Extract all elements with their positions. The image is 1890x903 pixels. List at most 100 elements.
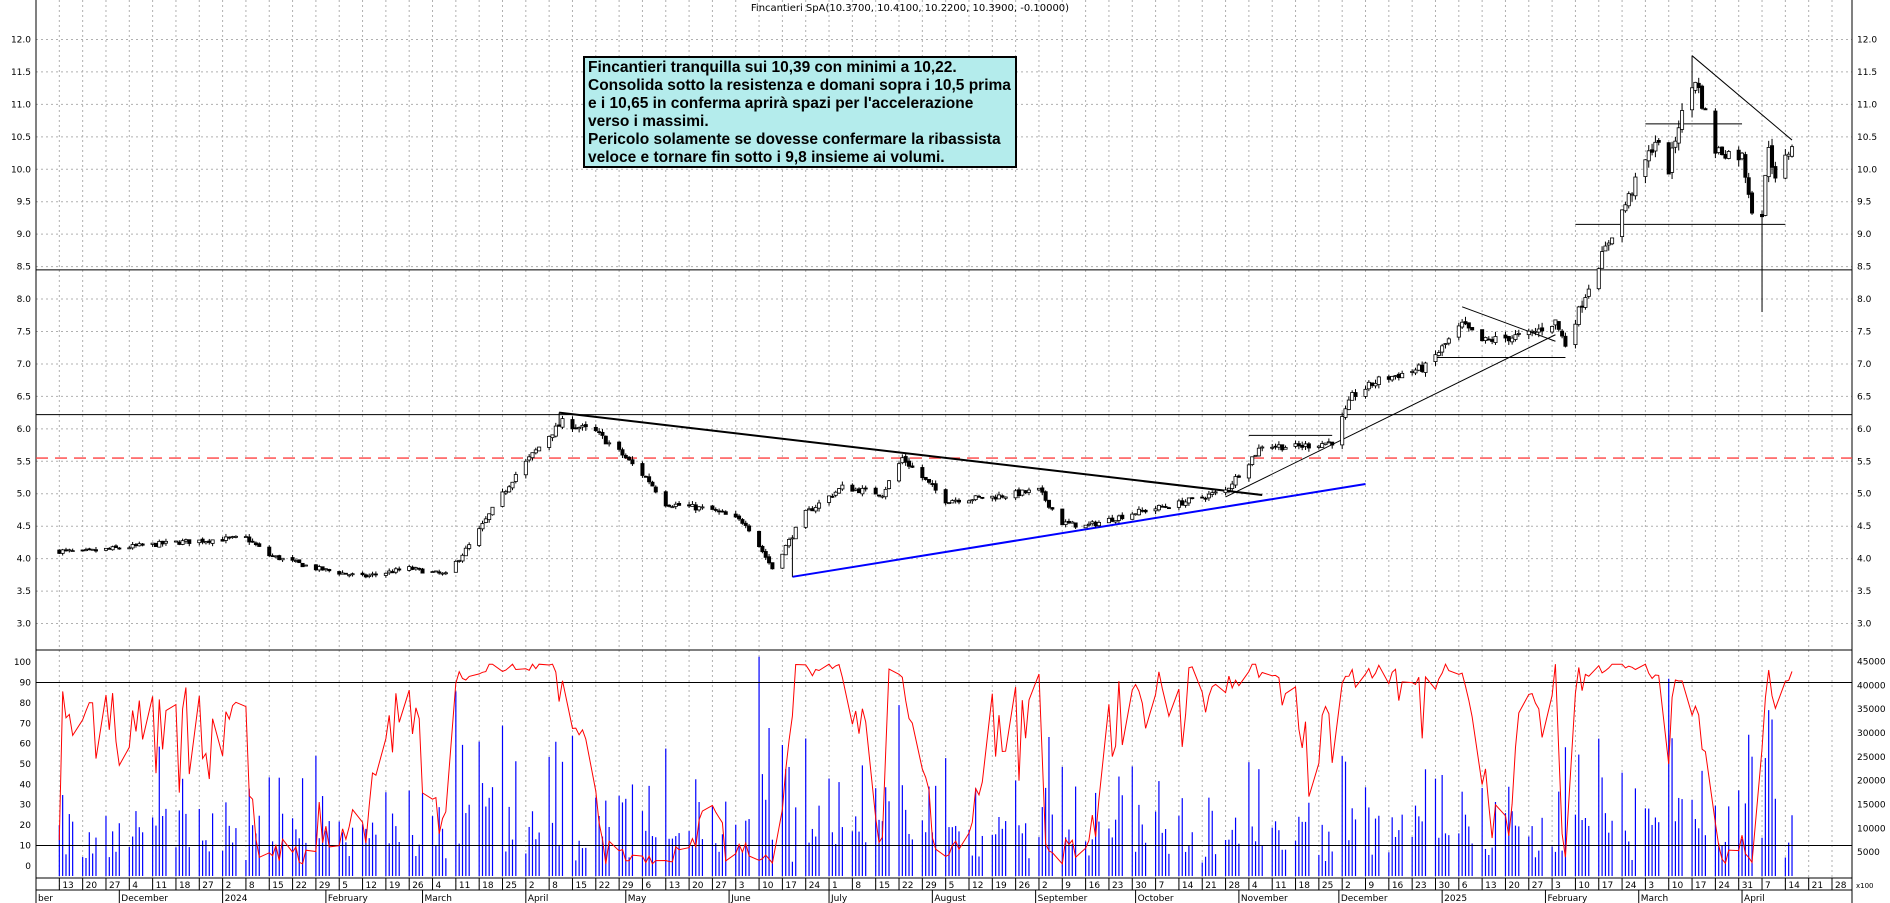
x-tick-label: 23	[1112, 881, 1123, 891]
candle-body	[1390, 376, 1395, 381]
candle-body	[623, 454, 628, 459]
candle-body	[840, 484, 845, 490]
candle-body	[1770, 145, 1775, 168]
month-label: December	[121, 894, 168, 903]
candle-body	[970, 499, 975, 502]
volume-tick-label: 25000	[1857, 753, 1886, 763]
candle-body	[1163, 506, 1168, 508]
x-tick-label: 22	[599, 881, 610, 891]
candle-body	[600, 431, 605, 436]
x-tick-label: 16	[1089, 881, 1101, 891]
candle-body	[1533, 330, 1538, 333]
x-tick-label: 6	[1462, 881, 1468, 891]
x-tick-label: 13	[1485, 881, 1496, 891]
candle-body	[687, 504, 692, 507]
x-tick-label: 27	[1532, 881, 1543, 891]
candle-body	[803, 509, 808, 528]
candle-body	[1586, 288, 1591, 297]
x-tick-label: 16	[1392, 881, 1404, 891]
candle-body	[1343, 408, 1348, 418]
candle-body	[63, 549, 68, 552]
candle-body	[253, 542, 258, 546]
candle-body	[1133, 513, 1138, 516]
candle-body	[547, 436, 552, 448]
candle-body	[1013, 490, 1018, 499]
candle-body	[1623, 204, 1628, 212]
candle-body	[837, 488, 842, 494]
candle-body	[390, 571, 395, 574]
x-tick-label: 21	[1205, 881, 1216, 891]
oscillator-tick-label: 60	[20, 740, 32, 750]
candle-body	[903, 456, 908, 463]
x-tick-label: 29	[925, 881, 937, 891]
price-tick-label-left: 3.0	[17, 620, 32, 630]
candle-body	[1223, 489, 1228, 494]
price-tick-label-right: 6.0	[1857, 425, 1872, 435]
candle-body	[387, 570, 392, 574]
candle-body	[933, 483, 938, 491]
x-tick-label: 6	[645, 881, 651, 891]
candle-body	[343, 572, 348, 575]
x-tick-label: 17	[1602, 881, 1613, 891]
price-tick-label-left: 7.0	[17, 360, 32, 370]
candle-body	[1656, 140, 1661, 143]
candle-body	[1603, 245, 1608, 252]
candle-body	[1036, 487, 1041, 491]
candle-body	[1630, 193, 1635, 196]
candle-body	[643, 475, 648, 478]
candle-body	[1540, 327, 1545, 332]
x-tick-label: 13	[62, 881, 73, 891]
candle-body	[280, 557, 285, 561]
candle-body	[693, 504, 698, 511]
x-tick-label: 15	[879, 881, 890, 891]
candle-body	[1043, 491, 1048, 501]
candle-body	[740, 519, 745, 524]
candle-body	[1253, 454, 1258, 457]
x-tick-label: 4	[1252, 881, 1258, 891]
candle-body	[437, 571, 442, 574]
volume-tick-label: 5000	[1857, 848, 1880, 858]
candle-body	[1270, 446, 1275, 449]
candle-body	[887, 480, 892, 489]
candle-body	[1746, 177, 1751, 195]
candle-body	[1153, 508, 1158, 512]
candle-body	[667, 504, 672, 507]
candle-body	[1743, 154, 1748, 178]
candle-body	[467, 544, 472, 549]
candle-body	[1346, 399, 1351, 410]
candle-body	[1516, 333, 1521, 335]
candle-body	[180, 540, 185, 545]
candle-body	[943, 489, 948, 504]
candle-body	[1620, 209, 1625, 237]
month-label: March	[425, 894, 452, 903]
price-tick-label-left: 5.5	[17, 457, 31, 467]
price-tick-label-left: 11.0	[11, 100, 31, 110]
candle-body	[817, 502, 822, 509]
candle-body	[507, 486, 512, 493]
candle-body	[1720, 146, 1725, 156]
candle-body	[697, 506, 702, 511]
candle-body	[360, 572, 365, 576]
x-tick-label: 18	[482, 881, 494, 891]
price-tick-label-right: 8.0	[1857, 295, 1872, 305]
candle-body	[827, 495, 832, 503]
candle-body	[140, 543, 145, 546]
candle-body	[973, 495, 978, 501]
price-tick-label-right: 5.0	[1857, 490, 1872, 500]
candle-body	[1373, 383, 1378, 387]
candle-body	[1060, 508, 1065, 526]
candle-body	[1180, 500, 1185, 506]
candle-body	[757, 530, 762, 548]
candle-body	[1740, 152, 1745, 160]
candle-body	[163, 540, 168, 544]
candle-body	[607, 442, 612, 445]
x-tick-label: 24	[1718, 881, 1730, 891]
candle-body	[367, 574, 372, 577]
x-tick-label: 8	[552, 881, 558, 891]
oscillator-tick-label: 20	[20, 821, 32, 831]
x-tick-label: 15	[272, 881, 283, 891]
candle-body	[910, 465, 915, 468]
candle-body	[393, 568, 398, 573]
candle-body	[787, 539, 792, 547]
x-tick-label: 22	[902, 881, 913, 891]
